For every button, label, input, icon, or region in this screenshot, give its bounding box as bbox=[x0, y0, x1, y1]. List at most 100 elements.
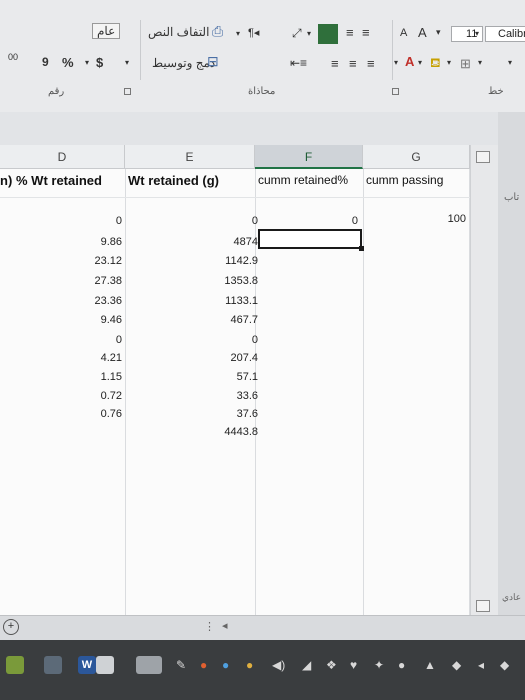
align-middle-icon[interactable]: ≡ bbox=[346, 25, 354, 40]
fill-color-icon[interactable] bbox=[318, 24, 338, 44]
number-format-dropdown[interactable]: عام bbox=[92, 23, 121, 39]
cell-e[interactable]: 467.7 bbox=[190, 314, 258, 326]
direction-dropdown-icon[interactable]: ▾ bbox=[236, 29, 240, 38]
tray-icon[interactable]: ♥ bbox=[350, 658, 357, 672]
tray-icon[interactable]: ✦ bbox=[374, 658, 384, 672]
tray-icon[interactable]: ❖ bbox=[326, 658, 337, 672]
cell-d[interactable]: 4.21 bbox=[60, 352, 122, 364]
borders-icon[interactable]: ⊞ bbox=[460, 56, 471, 72]
word-icon[interactable]: W bbox=[78, 656, 96, 674]
cell-e[interactable]: 1142.9 bbox=[190, 255, 258, 267]
align-left-icon[interactable]: ≡ bbox=[367, 56, 375, 71]
currency-dropdown-icon[interactable]: ▾ bbox=[85, 58, 89, 67]
column-header-f[interactable]: F bbox=[255, 145, 363, 169]
cell-f-first[interactable]: 0 bbox=[300, 215, 358, 227]
sheet-tab-bar: + ⋮ ◂ bbox=[0, 615, 525, 641]
cell-e[interactable]: 1353.8 bbox=[190, 275, 258, 287]
cell-e[interactable]: 207.4 bbox=[190, 352, 258, 364]
app-icon[interactable] bbox=[6, 656, 24, 674]
font-name-box[interactable]: Calibri bbox=[485, 26, 525, 42]
cell-e[interactable]: 1133.1 bbox=[190, 295, 258, 307]
cell-d[interactable]: 0.72 bbox=[60, 390, 122, 402]
cell-d[interactable]: 23.36 bbox=[60, 295, 122, 307]
align-center-icon[interactable]: ≡ bbox=[349, 56, 357, 71]
dropdown-icon[interactable]: ▾ bbox=[394, 58, 398, 67]
fill-dropdown-icon[interactable]: ▾ bbox=[447, 58, 451, 67]
decrease-font-icon[interactable]: A bbox=[400, 27, 407, 39]
font-size-dropdown-icon[interactable]: ▾ bbox=[475, 29, 479, 38]
tray-icon[interactable]: ◆ bbox=[452, 658, 461, 672]
cell-d[interactable]: 27.38 bbox=[60, 275, 122, 287]
side-label: عادي bbox=[502, 592, 522, 602]
app-icon[interactable]: ● bbox=[200, 658, 207, 672]
decimal-button[interactable]: 00 bbox=[8, 53, 18, 62]
text-direction-icon[interactable]: ¶◂ bbox=[248, 26, 259, 39]
dropdown-icon[interactable]: ▾ bbox=[436, 27, 441, 38]
increase-font-icon[interactable]: A bbox=[418, 25, 427, 40]
align-top-icon[interactable]: ≡ bbox=[362, 25, 370, 40]
merge-dropdown-icon[interactable]: ▾ bbox=[125, 58, 129, 67]
cell-e[interactable]: 37.6 bbox=[190, 408, 258, 420]
dropdown-icon[interactable]: ▾ bbox=[508, 58, 512, 67]
cell-d[interactable]: 0.76 bbox=[60, 408, 122, 420]
tray-icon[interactable]: ● bbox=[398, 658, 405, 672]
header-cell-d[interactable]: % Wt retained bbox=[16, 173, 102, 188]
borders-dropdown-icon[interactable]: ▾ bbox=[478, 58, 482, 67]
font-color-icon[interactable]: A bbox=[405, 54, 414, 69]
active-cell-selection[interactable] bbox=[258, 229, 362, 249]
scroll-left-icon[interactable]: ◂ bbox=[222, 619, 228, 632]
column-header-g[interactable]: G bbox=[363, 145, 470, 169]
dialog-launcher-icon[interactable] bbox=[392, 88, 399, 95]
comma-style-button[interactable]: 9 bbox=[42, 55, 49, 69]
orientation-dropdown-icon[interactable]: ▾ bbox=[307, 29, 311, 38]
cell-d[interactable]: 0 bbox=[60, 215, 122, 227]
cell-e[interactable]: 0 bbox=[190, 215, 258, 227]
merge-icon: ⊟ bbox=[207, 53, 219, 69]
tab-split-handle[interactable]: ⋮ bbox=[204, 620, 215, 633]
scroll-down-button[interactable] bbox=[476, 600, 490, 612]
cell-d[interactable]: 9.46 bbox=[60, 314, 122, 326]
app-icon[interactable] bbox=[44, 656, 62, 674]
currency-button[interactable]: $ bbox=[96, 55, 103, 70]
vertical-scrollbar[interactable] bbox=[470, 145, 499, 615]
network-icon[interactable]: ◢ bbox=[302, 658, 311, 672]
header-cell-e[interactable]: Wt retained (g) bbox=[128, 173, 219, 188]
font-color-dropdown-icon[interactable]: ▾ bbox=[418, 58, 422, 67]
column-header-e[interactable]: E bbox=[125, 145, 255, 169]
app-icon[interactable]: ● bbox=[222, 658, 229, 672]
fill-bucket-icon[interactable]: ⛾ bbox=[430, 55, 441, 73]
column-header-d[interactable]: D bbox=[0, 145, 125, 169]
tray-icon[interactable]: ◂ bbox=[478, 658, 484, 672]
group-label-font: خط bbox=[488, 86, 504, 97]
header-cell-partial[interactable]: n) bbox=[0, 173, 12, 188]
tray-icon[interactable]: ▲ bbox=[424, 658, 436, 672]
cell-e[interactable]: 33.6 bbox=[190, 390, 258, 402]
pen-icon[interactable]: ✎ bbox=[176, 658, 186, 672]
orientation-icon[interactable]: ⤢ bbox=[292, 26, 302, 41]
keyboard-icon[interactable] bbox=[136, 656, 162, 674]
indent-icon[interactable]: ⇤≡ bbox=[290, 56, 307, 70]
cell-e[interactable]: 4443.8 bbox=[190, 426, 258, 438]
percent-button[interactable]: % bbox=[62, 55, 74, 70]
cell-d[interactable]: 9.86 bbox=[60, 236, 122, 248]
cell-e[interactable]: 0 bbox=[190, 334, 258, 346]
tray-icon[interactable]: ◆ bbox=[500, 658, 509, 672]
align-right-icon[interactable]: ≡ bbox=[331, 56, 339, 71]
cell-d[interactable]: 23.12 bbox=[60, 255, 122, 267]
cell-e[interactable]: 57.1 bbox=[190, 371, 258, 383]
cell-g-first[interactable]: 100 bbox=[400, 213, 466, 225]
fill-handle[interactable] bbox=[359, 246, 364, 251]
cell-e[interactable]: 4874 bbox=[190, 236, 258, 248]
dialog-launcher-icon[interactable] bbox=[124, 88, 131, 95]
add-sheet-button[interactable]: + bbox=[3, 619, 19, 635]
document-icon[interactable] bbox=[96, 656, 114, 674]
cell-d[interactable]: 0 bbox=[60, 334, 122, 346]
header-cell-f[interactable]: cumm retained% bbox=[258, 173, 348, 187]
scroll-up-button[interactable] bbox=[476, 151, 490, 163]
volume-icon[interactable]: ◀) bbox=[272, 658, 285, 672]
app-icon[interactable]: ● bbox=[246, 658, 253, 672]
wrap-text-button[interactable]: التفاف النص bbox=[148, 25, 209, 39]
cell-d[interactable]: 1.15 bbox=[60, 371, 122, 383]
merge-center-button[interactable]: دمج وتوسيط bbox=[152, 56, 215, 70]
header-cell-g[interactable]: cumm passing bbox=[366, 173, 443, 187]
